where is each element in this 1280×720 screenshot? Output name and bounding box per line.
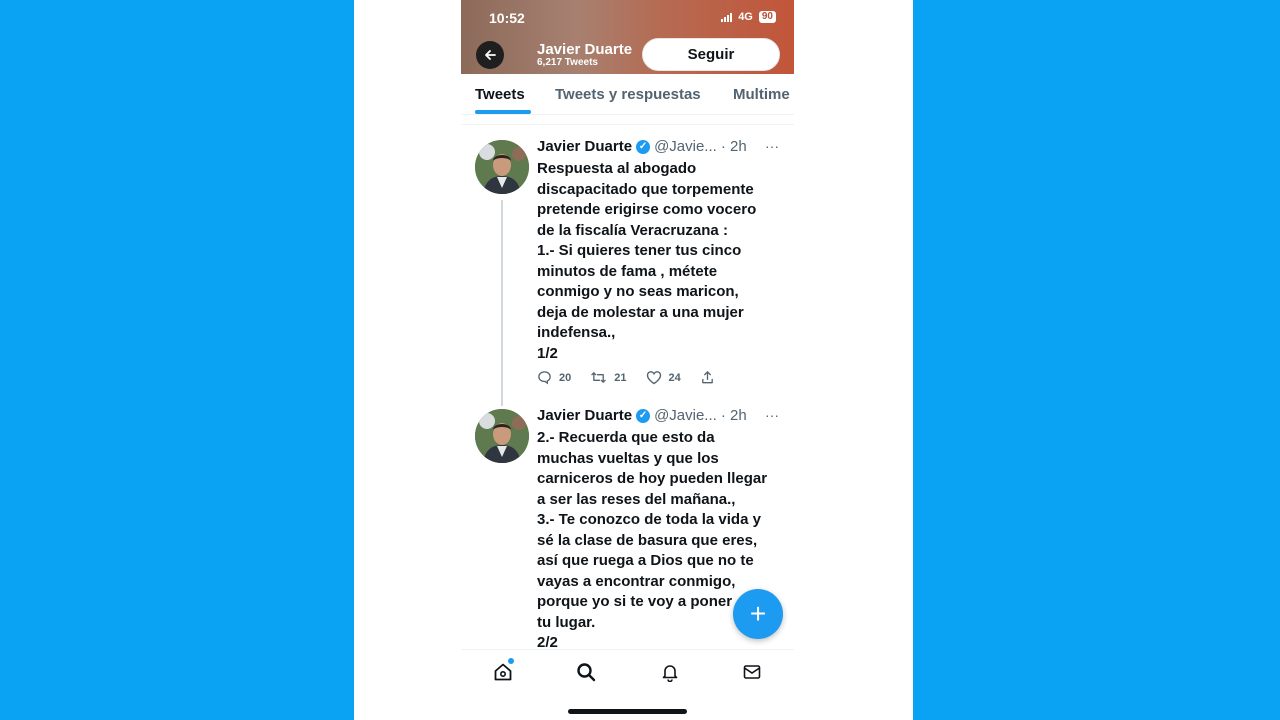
heart-icon: [646, 371, 661, 385]
bell-icon: [662, 665, 678, 682]
background-left: [0, 0, 354, 720]
active-tab-indicator: [475, 110, 531, 114]
phone-screen: 10:52 4G 90 Javier Duarte 6,217 Tweets S…: [461, 0, 794, 720]
tweet-author-handle[interactable]: @Javie...: [654, 407, 717, 424]
like-button[interactable]: 24: [646, 370, 681, 385]
status-indicators: 4G 90: [721, 11, 776, 23]
network-label: 4G: [738, 11, 753, 23]
verified-badge-icon: ✓: [636, 139, 651, 154]
reply-count: 20: [559, 371, 572, 384]
tweet-author-handle[interactable]: @Javie...: [654, 138, 717, 155]
nav-notifications[interactable]: [658, 660, 682, 684]
tweet-count: 6,217 Tweets: [537, 57, 598, 68]
more-options-icon[interactable]: ···: [765, 407, 779, 423]
tab-tweets-replies[interactable]: Tweets y respuestas: [555, 86, 701, 103]
tweet-author-name[interactable]: Javier Duarte: [537, 407, 632, 424]
back-arrow-icon: [485, 50, 496, 60]
status-time: 10:52: [489, 10, 525, 26]
search-icon: [577, 663, 596, 682]
notification-dot: [508, 658, 514, 664]
reply-icon: [538, 371, 551, 385]
bottom-navigation: [461, 649, 794, 720]
share-button[interactable]: [700, 370, 715, 385]
tweet-author-name[interactable]: Javier Duarte: [537, 138, 632, 155]
background-right: [913, 0, 1280, 720]
battery-icon: 90: [758, 11, 776, 23]
nav-messages[interactable]: [740, 660, 764, 684]
profile-header: 10:52 4G 90 Javier Duarte 6,217 Tweets S…: [461, 0, 794, 74]
follow-button[interactable]: Seguir: [642, 38, 780, 71]
profile-tabs: Tweets Tweets y respuestas Multime: [461, 74, 794, 115]
verified-badge-icon: ✓: [636, 408, 651, 423]
retweet-button[interactable]: 21: [590, 370, 627, 385]
divider: [461, 124, 794, 125]
retweet-icon: [591, 372, 606, 383]
home-icon: [494, 663, 512, 681]
share-icon: [701, 371, 713, 384]
thread-line: [501, 200, 503, 406]
reply-button[interactable]: 20: [537, 370, 571, 385]
retweet-count: 21: [614, 371, 627, 384]
tweet-time: · 2h: [720, 138, 747, 155]
home-indicator: [568, 709, 687, 714]
tab-tweets[interactable]: Tweets: [475, 86, 525, 103]
tweet-header: Javier Duarte ✓ @Javie... · 2h: [537, 138, 747, 155]
like-count: 24: [668, 371, 681, 384]
nav-search[interactable]: [574, 660, 598, 684]
more-options-icon[interactable]: ···: [765, 138, 779, 154]
compose-button[interactable]: +: [733, 589, 783, 639]
tweet-time: · 2h: [720, 407, 747, 424]
back-button[interactable]: [476, 41, 504, 69]
profile-name: Javier Duarte: [537, 41, 633, 58]
tab-media[interactable]: Multime: [733, 86, 790, 103]
signal-icon: [721, 12, 733, 22]
mail-icon: [743, 665, 761, 679]
tweet-header: Javier Duarte ✓ @Javie... · 2h: [537, 407, 747, 424]
tweet-text: Respuesta al abogado discapacitado que t…: [537, 160, 757, 362]
tweet-actions: 20 21 24: [537, 370, 734, 385]
avatar[interactable]: [475, 140, 529, 194]
avatar[interactable]: [475, 409, 529, 463]
plus-icon: +: [749, 598, 767, 629]
